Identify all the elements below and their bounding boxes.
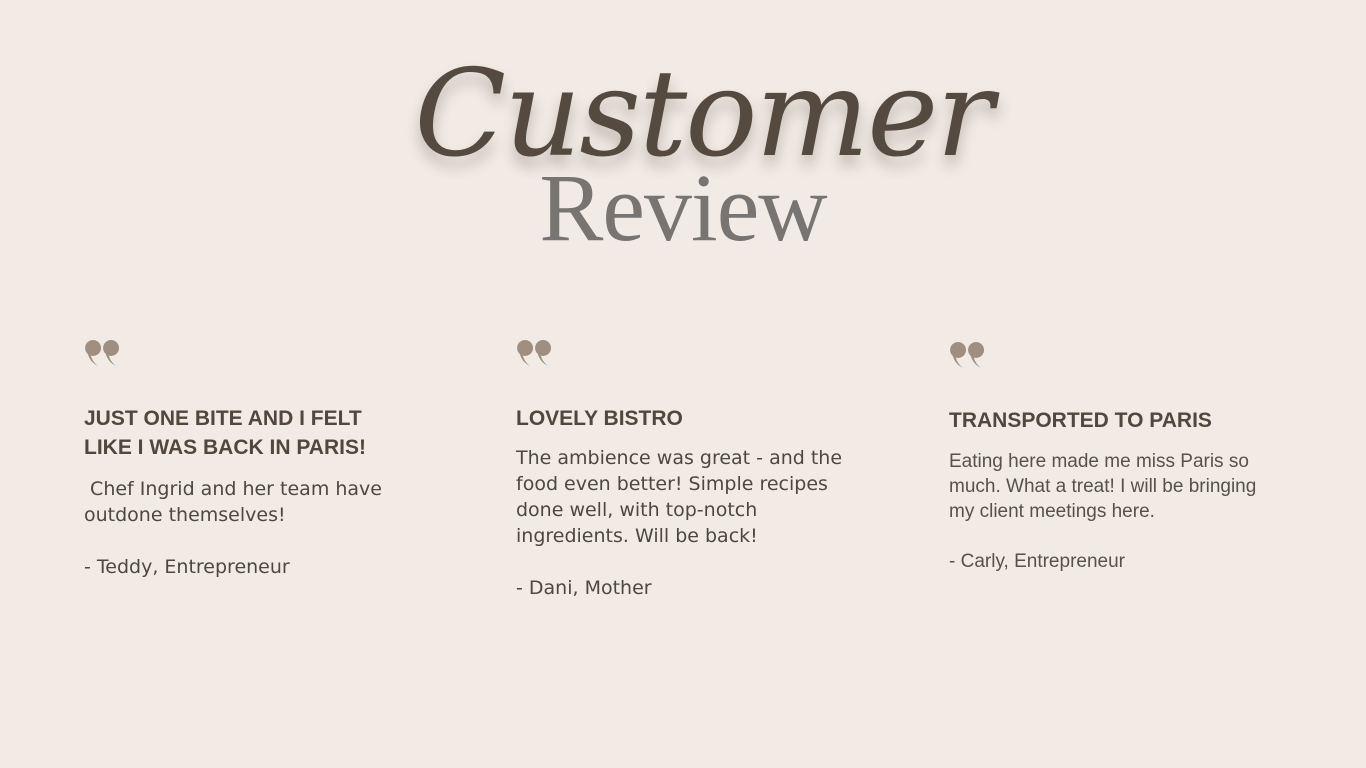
title-review: Review (539, 154, 827, 261)
review-heading: TRANSPORTED TO PARIS (949, 409, 1212, 432)
review-heading: LOVELY BISTRO (516, 407, 683, 430)
review-card-1: JUST ONE BITE AND I FELT LIKE I WAS BACK… (84, 338, 414, 580)
quote-icon (517, 340, 552, 366)
review-body: The ambience was great - and the food ev… (516, 447, 849, 547)
review-heading: JUST ONE BITE AND I FELT LIKE I WAS BACK… (84, 407, 366, 459)
review-body: Chef Ingrid and her team have outdone th… (84, 478, 389, 526)
review-author: - Dani, Mother (516, 577, 652, 599)
review-author: - Carly, Entrepreneur (949, 551, 1125, 572)
review-body: Eating here made me miss Paris so much. … (949, 451, 1262, 522)
review-slide: Customer Review JUST ONE BITE AND I FELT… (0, 0, 1366, 768)
review-author: - Teddy, Entrepreneur (84, 556, 290, 578)
review-card-3: TRANSPORTED TO PARIS Eating here made me… (949, 340, 1279, 575)
quote-icon (85, 340, 120, 366)
review-card-2: LOVELY BISTRO The ambience was great - a… (516, 338, 856, 601)
quote-icon (950, 342, 985, 368)
